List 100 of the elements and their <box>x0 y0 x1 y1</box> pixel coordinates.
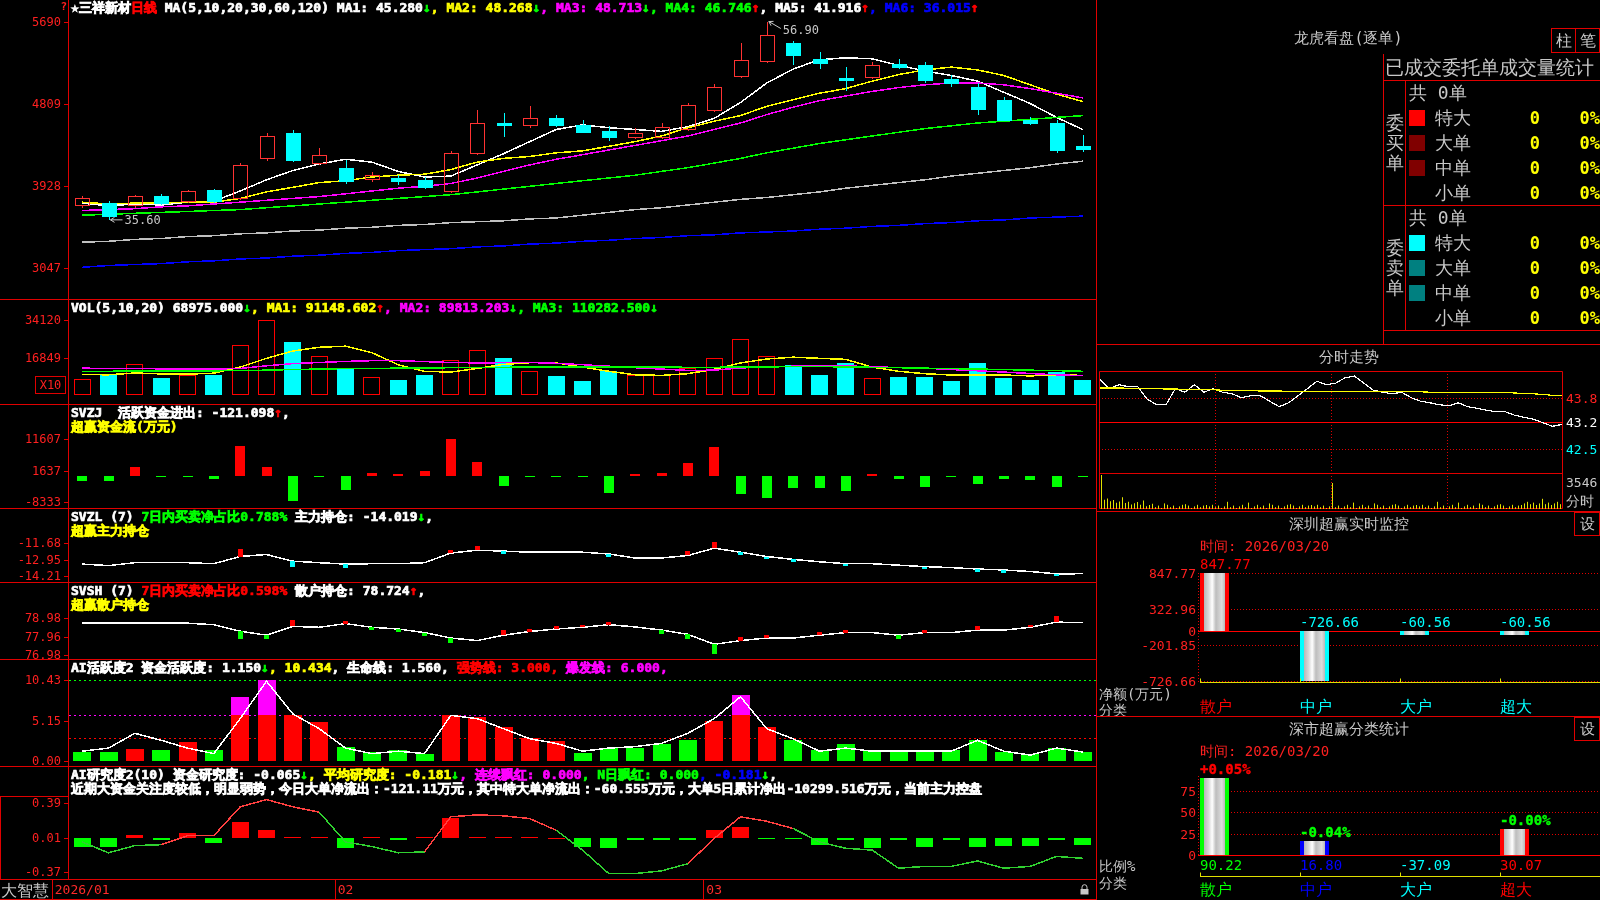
legend-text: 强势线: 3.000, <box>455 661 559 675</box>
legend-text: , <box>417 584 426 598</box>
legend-text: ↓ <box>761 768 770 782</box>
candle <box>391 174 406 186</box>
candle <box>865 62 880 80</box>
settings-button[interactable]: 设 <box>1574 512 1600 536</box>
candle <box>312 147 327 166</box>
axis-label: 34120 <box>24 315 61 328</box>
legend-text: ↓ <box>243 301 251 315</box>
legend-text: 7日内买卖净占比0.598% <box>141 584 288 598</box>
legend-text: ↓ <box>300 768 309 782</box>
legend-text: ↓ <box>509 301 518 315</box>
axis-label: 78.98 <box>24 612 61 625</box>
candle <box>760 21 775 64</box>
axis-label: 0.01 <box>32 830 61 845</box>
candle <box>1076 134 1091 153</box>
legend-text: ↑ <box>409 584 418 598</box>
candle <box>892 58 907 70</box>
category-label: 中户 <box>1300 880 1332 899</box>
order-total: 共 0单 <box>1409 81 1468 105</box>
volume-unit-label: 分时 <box>1566 493 1594 509</box>
candle <box>181 189 196 204</box>
axis-label: 5690 <box>32 15 61 29</box>
legend-text: , <box>282 406 290 420</box>
candle <box>260 132 275 162</box>
order-count: 0 <box>1528 282 1540 303</box>
order-count: 0 <box>1528 257 1540 278</box>
axis-label: 0 <box>1188 848 1196 863</box>
order-percent: 0% <box>1578 257 1600 278</box>
value-label: 847.77 <box>1200 556 1251 572</box>
legend-text: , 连续飘红: 0.000 <box>459 768 582 782</box>
axis-label: 847.77 <box>1149 566 1196 581</box>
row-label: 小单 <box>1435 305 1472 330</box>
value-label: -726.66 <box>1300 614 1359 631</box>
axis-label: 10.43 <box>24 675 61 688</box>
row-label: 中单 <box>1435 280 1472 305</box>
axis-label: 16849 <box>24 351 61 366</box>
legend-text: , <box>425 510 434 524</box>
date-label: 03 <box>706 882 722 897</box>
category-label: 散户 <box>1200 697 1232 716</box>
candle <box>470 109 485 156</box>
row-label: 中单 <box>1435 155 1472 180</box>
settings-button[interactable]: 设 <box>1574 717 1600 741</box>
axis-label: 3047 <box>32 260 61 275</box>
time-label: 时间: 2026/03/20 <box>1199 742 1331 761</box>
order-percent: 0% <box>1578 182 1600 203</box>
legend-text: ↓ <box>417 510 426 524</box>
change-label: +0.05% <box>1200 761 1251 777</box>
legend-text: ↑ <box>376 301 385 315</box>
candle <box>997 96 1012 122</box>
axis-label: 3928 <box>32 178 61 193</box>
legend-text: , 平均研究度: -0.181 <box>308 768 452 782</box>
order-percent: 0% <box>1578 232 1600 253</box>
view-button[interactable]: 柱 <box>1551 28 1576 53</box>
axis-label: -12.95 <box>17 552 61 567</box>
axis-label: -14.21 <box>17 569 61 582</box>
caption-text: 超赢资金流(万元) <box>71 420 178 434</box>
order-count: 0 <box>1528 157 1540 178</box>
arrow-icon <box>110 216 123 223</box>
legend-text: , <box>769 768 778 782</box>
order-count: 0 <box>1528 232 1540 253</box>
legend-text: ★三祥新材 <box>71 1 131 15</box>
side-label: 委卖单 <box>1385 238 1404 298</box>
candle <box>102 200 117 221</box>
legend-text: ↑ <box>861 1 870 15</box>
volume-max-label: 3546 <box>1566 475 1598 490</box>
candle <box>207 188 222 204</box>
legend-text: ↓ <box>532 1 541 15</box>
legend-text: ↓ <box>642 1 650 15</box>
row-label: 大单 <box>1435 255 1472 280</box>
row-label: 特大 <box>1435 105 1472 130</box>
value-label: 30.07 <box>1500 857 1543 873</box>
multiplier-tag[interactable]: X10 <box>35 376 66 394</box>
candle <box>128 194 143 209</box>
legend-text: AI研究度2(10) 资金研究度: -0.065 <box>71 768 301 782</box>
order-percent: 0% <box>1578 282 1600 303</box>
candle <box>339 159 354 185</box>
category-label: 大户 <box>1400 697 1432 716</box>
order-count: 0 <box>1528 132 1540 153</box>
lock-icon[interactable] <box>1080 884 1089 895</box>
legend-text: 日线 <box>130 1 157 15</box>
legend-text: ↓ <box>261 661 269 675</box>
category-label: 超大 <box>1500 697 1532 716</box>
change-label: -0.00% <box>1500 812 1551 829</box>
legend-text: , 生命线: 1.560, <box>331 661 449 675</box>
axis-label: 0.00 <box>32 754 61 766</box>
legend-text: , MA3: 110282.500 <box>517 301 651 315</box>
candle <box>602 125 617 142</box>
value-label: -60.56 <box>1500 614 1551 631</box>
arrow-icon <box>768 20 782 29</box>
candle <box>786 40 801 66</box>
price-label: 56.90 <box>782 22 819 37</box>
axis-label: -11.68 <box>17 538 61 550</box>
axis-label: 75 <box>1180 783 1196 799</box>
legend-text: , MA6: 36.015 <box>869 1 971 15</box>
view-button[interactable]: 笔 <box>1575 28 1600 53</box>
legend-text: ↑ <box>751 1 760 15</box>
candle <box>944 74 959 88</box>
side-label: 委买单 <box>1385 113 1404 173</box>
legend-text: MA(5,10,20,30,60,120) MA1: 45.280 <box>163 1 423 15</box>
